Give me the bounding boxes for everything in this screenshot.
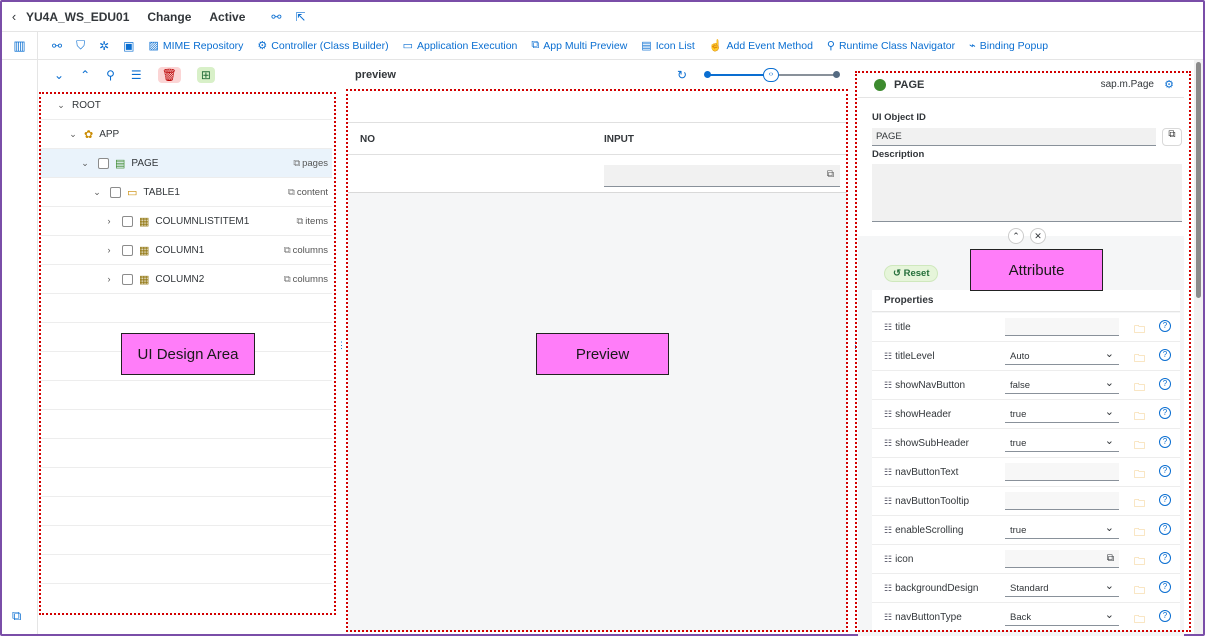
mode-label[interactable]: Change bbox=[147, 10, 191, 24]
link-icon: ⌁ bbox=[969, 40, 976, 52]
binoculars-icon[interactable]: ⚯ bbox=[271, 10, 281, 24]
toolbar-controller[interactable]: ⚙ Controller (Class Builder) bbox=[257, 39, 389, 53]
external-link-icon[interactable]: ⇱ bbox=[295, 10, 305, 24]
main-toolbar: ▥ ⚯ ⛉ ✲ ▣ ▨ MIME Repository ⚙ Controller (… bbox=[2, 31, 1203, 60]
toolbar-label: App Multi Preview bbox=[543, 39, 628, 52]
toolbar-label: MIME Repository bbox=[162, 39, 244, 52]
status-label[interactable]: Active bbox=[209, 10, 245, 24]
toolbar-runtime-class-navigator[interactable]: ⚲ Runtime Class Navigator bbox=[826, 39, 956, 53]
run-icon: ▭ bbox=[402, 40, 413, 52]
binoculars-icon[interactable]: ⚯ bbox=[52, 39, 62, 53]
gear-icon: ⚙ bbox=[257, 40, 268, 52]
attribute-highlight bbox=[855, 71, 1191, 632]
back-chevron-icon[interactable]: ‹ bbox=[2, 9, 26, 24]
refresh-icon[interactable]: ↻ bbox=[677, 68, 687, 82]
toolbar-add-event-method[interactable]: ☝ Add Event Method bbox=[708, 39, 813, 53]
toolbar-binding-popup[interactable]: ⌁ Binding Popup bbox=[969, 39, 1049, 53]
layout-panel-icon[interactable]: ▥ bbox=[2, 31, 38, 60]
app-name: YU4A_WS_EDU01 bbox=[26, 9, 130, 24]
toolbar-label: Binding Popup bbox=[979, 39, 1049, 52]
toolbar-label: Add Event Method bbox=[726, 39, 813, 52]
image-icon: ▨ bbox=[148, 40, 159, 52]
attribute-callout: Attribute bbox=[970, 249, 1103, 291]
hierarchy-icon[interactable]: ☰ bbox=[131, 68, 142, 82]
toolbar-icon-list[interactable]: ▤ Icon List bbox=[641, 39, 695, 53]
list-icon: ▤ bbox=[641, 40, 652, 52]
toolbar-app-multi-preview[interactable]: ⧉ App Multi Preview bbox=[531, 39, 627, 52]
design-area-callout: UI Design Area bbox=[121, 333, 255, 375]
expand-all-icon[interactable]: ⌄ bbox=[54, 68, 64, 82]
toolbar-label: Runtime Class Navigator bbox=[838, 39, 956, 52]
preview-callout: Preview bbox=[536, 333, 669, 375]
app-header: ‹ YU4A_WS_EDU01 Change Active ⚯ ⇱ bbox=[2, 2, 1203, 32]
slider-start bbox=[704, 71, 711, 78]
preview-header: preview ↻ ‹› bbox=[347, 61, 847, 89]
wand-icon[interactable]: ✲ bbox=[99, 39, 109, 53]
slider-end bbox=[833, 71, 840, 78]
preview-title: preview bbox=[355, 69, 396, 81]
toolbar-mime-repository[interactable]: ▨ MIME Repository bbox=[148, 39, 244, 53]
toolbar-label: Icon List bbox=[655, 39, 695, 52]
slider-handle[interactable]: ‹› bbox=[763, 68, 779, 82]
search-icon[interactable]: ⚲ bbox=[106, 68, 115, 82]
scrollbar-thumb[interactable] bbox=[1196, 62, 1201, 298]
navigator-icon: ⚲ bbox=[826, 40, 835, 52]
add-element-icon[interactable]: ⊞ bbox=[196, 67, 215, 83]
event-icon: ☝ bbox=[708, 40, 723, 52]
delete-icon[interactable]: 🗑 bbox=[157, 67, 181, 83]
splitter-handle-icon[interactable]: ⋮ bbox=[337, 340, 346, 351]
slider-fill bbox=[707, 74, 771, 76]
left-side-strip: ⧉ bbox=[2, 60, 38, 634]
toolbar-label: Controller (Class Builder) bbox=[271, 39, 389, 52]
toolbar-application-execution[interactable]: ▭ Application Execution bbox=[402, 39, 518, 53]
zoom-slider[interactable]: ‹› bbox=[704, 68, 840, 82]
toolbar-label: Application Execution bbox=[417, 39, 518, 52]
shield-icon[interactable]: ⛉ bbox=[76, 38, 85, 53]
preview-icon: ⧉ bbox=[531, 39, 540, 51]
attribute-scrollbar[interactable] bbox=[1194, 60, 1203, 634]
tree-toolbar: ⌄ ⌃ ⚲ ☰ 🗑 ⊞ bbox=[40, 61, 336, 89]
devices-icon[interactable]: ⧉ bbox=[12, 608, 21, 624]
collapse-all-icon[interactable]: ⌃ bbox=[80, 68, 90, 82]
save-icon[interactable]: ▣ bbox=[123, 39, 134, 53]
